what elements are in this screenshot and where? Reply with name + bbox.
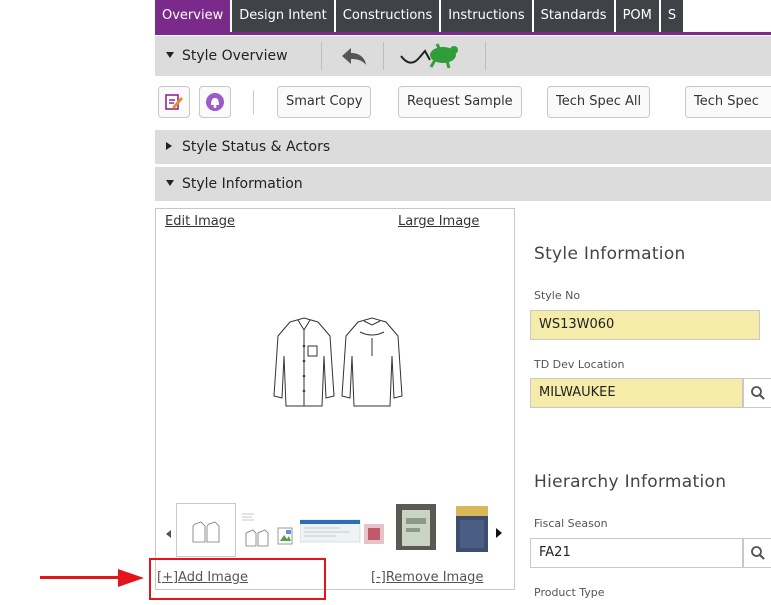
document-thumb-icon[interactable] [300,516,390,548]
toolbar-separator [253,90,254,114]
magnifier-icon [750,546,765,560]
style-overview-label: Style Overview [182,48,288,64]
collapse-triangle-icon [166,180,174,186]
shirt-sketch-icon[interactable] [268,316,408,410]
tab-instructions[interactable]: Instructions [441,0,532,32]
hierarchy-information-heading: Hierarchy Information [534,472,727,492]
bell-icon [206,93,224,111]
divider [383,42,384,70]
tech-spec-button[interactable]: Tech Spec [685,86,771,118]
style-no-field[interactable]: WS13W060 [530,310,760,340]
section-label: Style Status & Actors [182,139,331,155]
edit-button[interactable] [158,86,190,118]
toolbar: Smart Copy Request Sample Tech Spec All … [155,78,771,126]
tab-underline [155,32,771,35]
annotation-arrow-shaft [40,576,120,579]
style-no-label: Style No [534,289,581,302]
style-overview-toggle[interactable]: Style Overview [166,36,288,76]
smart-copy-button[interactable]: Smart Copy [277,86,372,118]
sketch-thumb-icon[interactable] [240,510,274,550]
style-information-heading: Style Information [534,244,686,264]
tab-constructions[interactable]: Constructions [335,0,440,32]
back-arrow-icon[interactable] [340,46,368,66]
td-dev-location-lookup[interactable] [743,378,771,408]
tab-standards[interactable]: Standards [533,0,614,32]
remove-image-link[interactable]: [-]Remove Image [371,570,483,585]
section-label: Style Information [182,176,303,192]
divider [485,42,486,70]
frog-logo-icon[interactable] [399,42,463,70]
request-sample-button[interactable]: Request Sample [398,86,522,118]
photo-thumb-icon[interactable] [396,504,436,550]
fabric-thumb-icon[interactable] [456,506,488,552]
broken-image-icon[interactable] [276,526,296,546]
thumbnail-selected[interactable] [176,503,236,557]
annotation-highlight-box [149,558,326,600]
tab-design-intent[interactable]: Design Intent [232,0,334,32]
tab-pom[interactable]: POM [615,0,659,32]
thumbs-scroll-right-icon[interactable] [496,528,502,538]
product-type-label: Product Type [534,586,605,599]
td-dev-location-field[interactable]: MILWAUKEE [530,378,743,408]
tech-spec-all-button[interactable]: Tech Spec All [547,86,651,118]
edit-image-link[interactable]: Edit Image [165,214,235,229]
expand-triangle-icon [166,142,172,150]
fiscal-season-label: Fiscal Season [534,517,608,530]
section-style-status-actors[interactable]: Style Status & Actors [155,130,771,164]
collapse-triangle-icon [166,52,174,58]
tab-overflow[interactable]: S [660,0,684,32]
tab-bar: Overview Design Intent Constructions Ins… [155,0,771,36]
magnifier-icon [750,386,765,400]
tab-overview[interactable]: Overview [155,0,231,32]
fiscal-season-lookup[interactable] [743,538,771,568]
large-image-link[interactable]: Large Image [398,214,479,229]
alert-button[interactable] [199,86,231,118]
fiscal-season-field[interactable]: FA21 [530,538,743,568]
edit-note-icon [165,94,183,110]
section-style-information[interactable]: Style Information [155,167,771,201]
annotation-arrow-icon [118,569,144,587]
shirt-thumb-icon [192,521,220,543]
td-dev-location-label: TD Dev Location [534,358,625,371]
style-overview-bar: Style Overview [155,36,771,76]
thumbs-scroll-left-icon[interactable] [166,530,171,538]
divider [321,42,322,70]
